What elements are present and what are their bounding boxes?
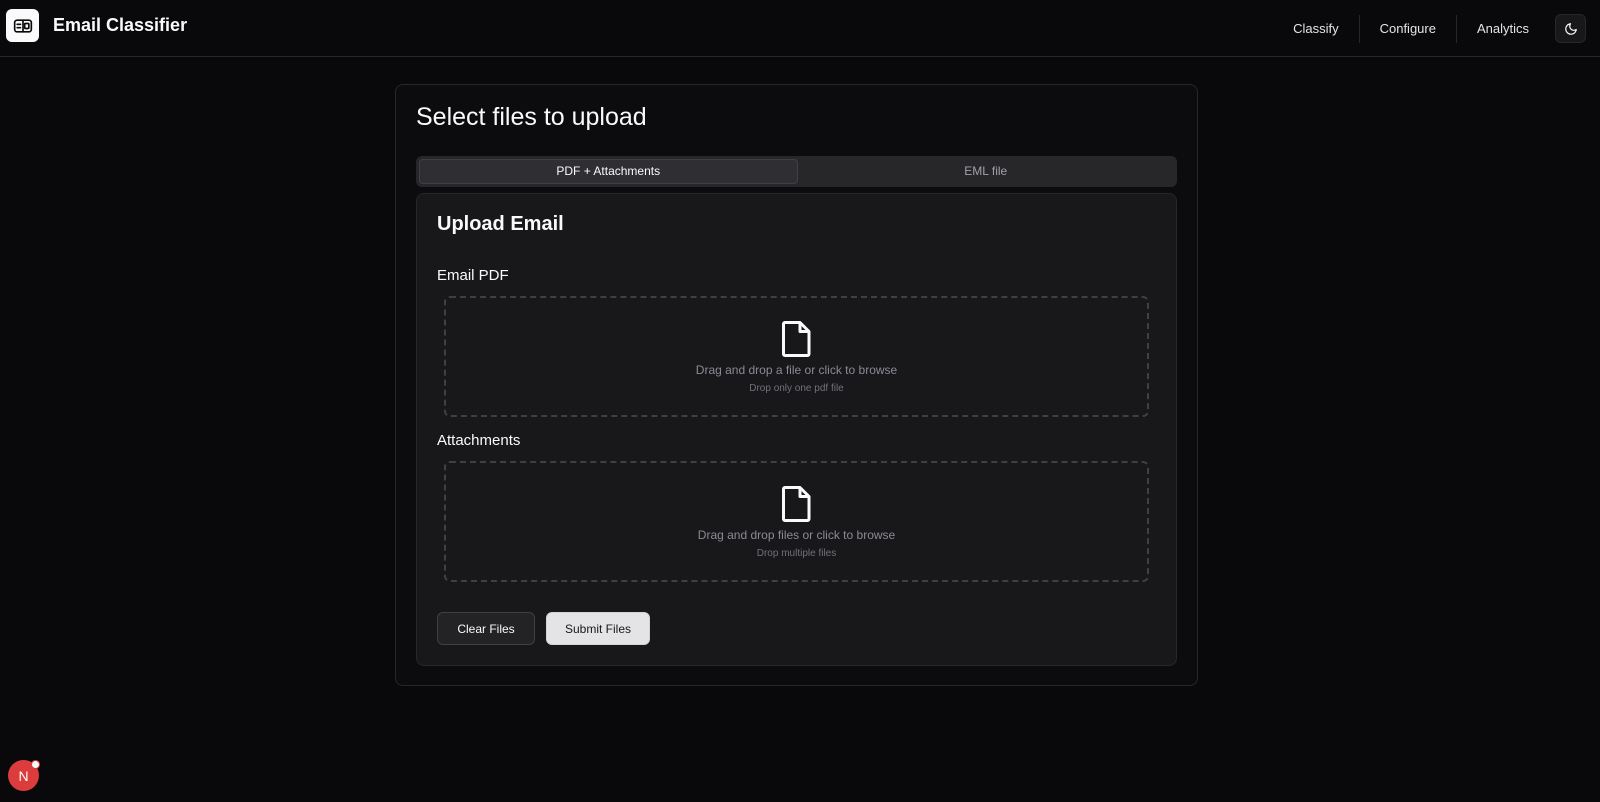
file-icon bbox=[781, 486, 810, 522]
attachments-dropzone[interactable]: Drag and drop files or click to browse D… bbox=[444, 461, 1149, 582]
tab-pdf-attachments[interactable]: PDF + Attachments bbox=[419, 159, 798, 184]
attachments-label: Attachments bbox=[437, 432, 521, 449]
newspaper-icon bbox=[13, 18, 32, 33]
theme-toggle-button[interactable] bbox=[1555, 14, 1586, 43]
dropzone-hint: Drop only one pdf file bbox=[749, 383, 844, 394]
notification-dot bbox=[31, 760, 40, 769]
upload-email-card: Upload Email Email PDF Drag and drop a f… bbox=[416, 193, 1177, 666]
email-pdf-dropzone[interactable]: Drag and drop a file or click to browse … bbox=[444, 296, 1149, 417]
clear-files-button[interactable]: Clear Files bbox=[437, 612, 535, 645]
page-title: Select files to upload bbox=[416, 103, 647, 131]
dropzone-instruction: Drag and drop a file or click to browse bbox=[695, 363, 898, 377]
upload-panel: Select files to upload PDF + Attachments… bbox=[395, 84, 1198, 686]
main-nav: Classify Configure Analytics bbox=[1273, 0, 1600, 57]
nav-classify[interactable]: Classify bbox=[1273, 15, 1359, 43]
email-pdf-label: Email PDF bbox=[437, 267, 509, 284]
nav-configure[interactable]: Configure bbox=[1360, 15, 1456, 43]
dropzone-instruction: Drag and drop files or click to browse bbox=[697, 528, 896, 542]
moon-icon bbox=[1564, 22, 1577, 35]
card-title: Upload Email bbox=[437, 213, 564, 235]
top-header: Email Classifier Classify Configure Anal… bbox=[0, 0, 1600, 57]
nav-analytics[interactable]: Analytics bbox=[1457, 15, 1549, 43]
app-logo[interactable] bbox=[6, 9, 39, 42]
dropzone-hint: Drop multiple files bbox=[756, 548, 837, 559]
app-title: Email Classifier bbox=[53, 15, 188, 35]
tab-eml-file[interactable]: EML file bbox=[798, 159, 1175, 184]
upload-type-tabs: PDF + Attachments EML file bbox=[416, 156, 1177, 187]
submit-files-button[interactable]: Submit Files bbox=[546, 612, 650, 645]
file-icon bbox=[781, 321, 810, 357]
